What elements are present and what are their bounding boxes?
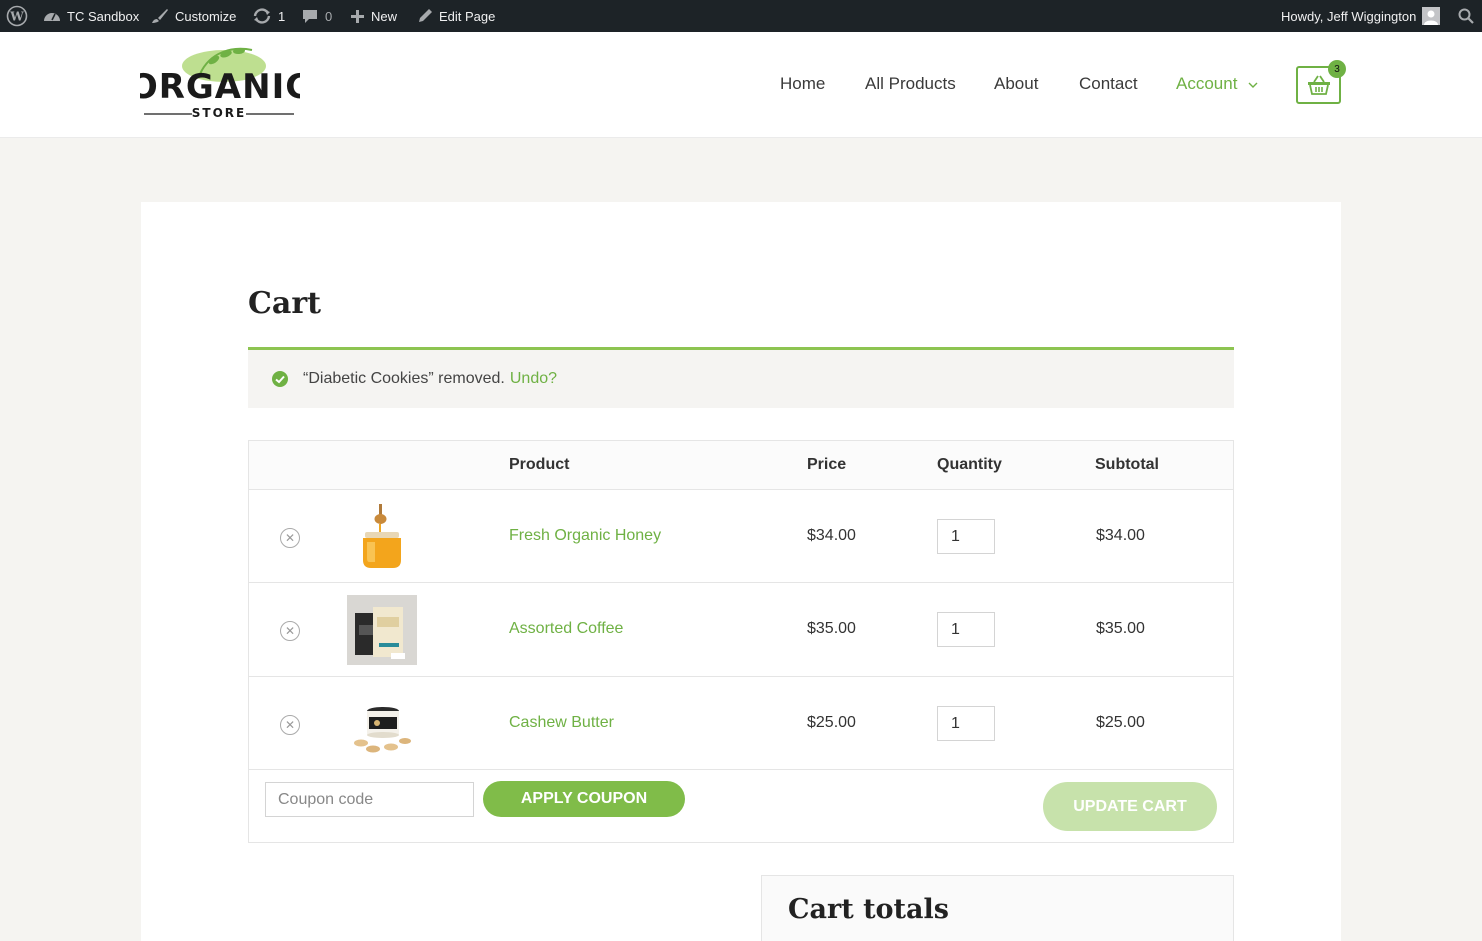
cart-totals-panel: Cart totals — [761, 875, 1234, 941]
customize-link[interactable]: Customize — [151, 0, 236, 32]
comments-count: 0 — [325, 8, 333, 24]
nav-contact[interactable]: Contact — [1079, 74, 1138, 94]
quantity-input[interactable]: 1 — [937, 706, 995, 741]
update-cart-button[interactable]: UPDATE CART — [1043, 782, 1217, 831]
nav-account-label: Account — [1176, 74, 1238, 93]
nav-account[interactable]: Account — [1176, 74, 1258, 94]
product-price: $34.00 — [807, 527, 856, 544]
my-account-link[interactable]: Howdy, Jeff Wiggington — [1281, 0, 1441, 32]
site-name-link[interactable]: TC Sandbox — [43, 0, 139, 32]
product-name-link[interactable]: Assorted Coffee — [509, 620, 623, 638]
cart-count-badge: 3 — [1328, 60, 1346, 78]
product-price: $35.00 — [807, 620, 856, 637]
site-logo[interactable]: ORGANIC STORE — [129, 46, 310, 122]
product-name-link[interactable]: Cashew Butter — [509, 714, 614, 732]
remove-item-icon[interactable]: ✕ — [280, 528, 300, 548]
wordpress-logo-icon[interactable]: W — [6, 0, 28, 32]
product-name-link[interactable]: Fresh Organic Honey — [509, 527, 661, 545]
edit-page-label: Edit Page — [439, 8, 496, 24]
cart-table: Product Price Quantity Subtotal ✕ Fresh … — [248, 440, 1234, 843]
check-circle-icon — [272, 371, 288, 387]
quantity-input[interactable]: 1 — [937, 612, 995, 647]
product-thumbnail-coffee[interactable] — [347, 595, 417, 665]
cart-totals-title: Cart totals — [788, 894, 949, 925]
notice-message: “Diabetic Cookies” removed. — [303, 370, 505, 387]
header-product: Product — [509, 456, 570, 473]
table-row: ✕ Cashew Butter $25.00 1 $25.00 — [249, 677, 1233, 770]
site-header: ORGANIC STORE Home All Products About Co… — [0, 32, 1482, 138]
chevron-down-icon — [1248, 82, 1258, 88]
pencil-icon — [419, 9, 432, 22]
wp-admin-bar: W TC Sandbox Customize 1 0 New Edit Page… — [0, 0, 1482, 32]
cart-notice: “Diabetic Cookies” removed. Undo? — [248, 347, 1234, 408]
dashboard-icon — [44, 13, 60, 21]
nav-about[interactable]: About — [994, 74, 1038, 94]
logo-subtext: STORE — [192, 106, 246, 120]
coupon-code-input[interactable]: Coupon code — [265, 782, 474, 817]
nav-home[interactable]: Home — [780, 74, 825, 94]
nav-all-products[interactable]: All Products — [865, 74, 956, 94]
header-price: Price — [807, 456, 847, 473]
avatar — [1422, 7, 1441, 25]
remove-item-icon[interactable]: ✕ — [280, 715, 300, 735]
search-icon[interactable] — [1458, 0, 1474, 32]
comments-link[interactable]: 0 — [301, 0, 332, 32]
header-quantity: Quantity — [937, 456, 1002, 473]
product-thumbnail-cashew[interactable] — [347, 689, 417, 759]
new-content-link[interactable]: New — [350, 0, 397, 32]
brush-icon — [152, 9, 168, 23]
header-subtotal: Subtotal — [1095, 456, 1159, 473]
header-cart-button[interactable]: 3 — [1296, 60, 1346, 104]
plus-icon — [351, 9, 364, 23]
page-title: Cart — [248, 286, 321, 321]
comment-icon — [303, 10, 317, 23]
updates-count: 1 — [278, 8, 286, 24]
updates-link[interactable]: 1 — [252, 0, 285, 32]
table-row: ✕ Assorted Coffee $35.00 1 $35.00 — [249, 583, 1233, 677]
updates-icon — [253, 8, 271, 24]
svg-text:W: W — [9, 10, 24, 24]
greeting: Howdy, Jeff Wiggington — [1281, 8, 1417, 24]
edit-page-link[interactable]: Edit Page — [417, 0, 495, 32]
product-subtotal: $25.00 — [1096, 714, 1145, 731]
table-header: Product Price Quantity Subtotal — [249, 441, 1233, 490]
cart-actions: Coupon code APPLY COUPON UPDATE CART — [249, 770, 1233, 843]
table-row: ✕ Fresh Organic Honey $34.00 1 $34.00 — [249, 490, 1233, 583]
customize-label: Customize — [175, 8, 237, 24]
site-name: TC Sandbox — [67, 8, 140, 24]
remove-item-icon[interactable]: ✕ — [280, 621, 300, 641]
new-label: New — [371, 8, 398, 24]
product-subtotal: $34.00 — [1096, 527, 1145, 544]
product-subtotal: $35.00 — [1096, 620, 1145, 637]
basket-icon — [1307, 75, 1330, 95]
product-thumbnail-honey[interactable] — [347, 502, 417, 572]
quantity-input[interactable]: 1 — [937, 519, 995, 554]
undo-link[interactable]: Undo? — [510, 370, 557, 388]
product-price: $25.00 — [807, 714, 856, 731]
apply-coupon-button[interactable]: APPLY COUPON — [483, 781, 685, 817]
logo-text: ORGANIC — [140, 67, 300, 107]
